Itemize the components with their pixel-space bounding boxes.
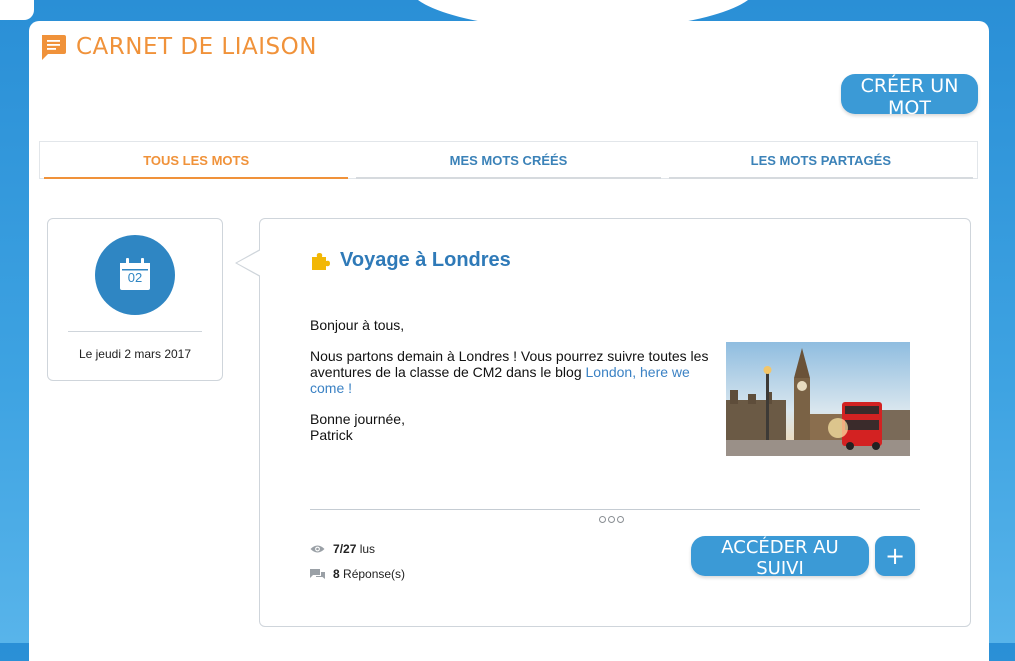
response-count: 8 Réponse(s) [310,567,405,581]
date-badge: 02 [95,235,175,315]
message-body: Bonjour à tous, Nous partons demain à Lo… [310,317,715,443]
read-count-total: /27 [339,542,357,556]
message-title: Voyage à Londres [310,249,511,272]
read-count: 7/27 lus [310,542,375,556]
divider [68,331,202,332]
date-card: 02 Le jeudi 2 mars 2017 [47,218,223,381]
message-date: Le jeudi 2 mars 2017 [78,347,192,361]
eye-icon [310,545,325,553]
create-message-button[interactable]: CRÉER UN MOT [841,74,978,119]
read-count-label: lus [356,542,376,556]
tab-my-messages[interactable]: MES MOTS CRÉÉS [352,142,664,179]
message-greeting: Bonjour à tous, [310,317,405,333]
response-count-label: Réponse(s) [339,567,406,581]
puzzle-icon [312,252,330,270]
top-left-tab [0,0,34,20]
message-paragraph: Nous partons demain à Londres ! Vous pou… [310,348,715,396]
add-button[interactable]: + [875,536,915,576]
chat-bubble-icon [42,35,66,60]
calendar-icon: 02 [117,257,153,293]
app-header: CARNET DE LIAISON [39,33,317,61]
main-panel: CARNET DE LIAISON CRÉER UN MOT TOUS LES … [29,21,989,661]
london-photo [726,342,910,456]
message-signature: Patrick [310,427,353,443]
more-options-icon[interactable] [599,516,624,523]
message-closing: Bonne journée, [310,411,405,427]
message-tabs: TOUS LES MOTS MES MOTS CRÉÉS LES MOTS PA… [39,141,978,179]
read-count-value: 7 [333,542,340,556]
calendar-day-number: 02 [127,270,143,285]
message-card: Voyage à Londres Bonjour à tous, Nous pa… [235,218,971,627]
response-count-value: 8 [333,567,340,581]
tab-shared-messages[interactable]: LES MOTS PARTAGÉS [665,142,977,179]
page-title: CARNET DE LIAISON [76,34,317,60]
tab-all-messages[interactable]: TOUS LES MOTS [40,142,352,179]
comments-icon [310,569,325,579]
message-title-text: Voyage à Londres [340,249,511,271]
follow-up-button[interactable]: ACCÉDER AU SUIVI [691,536,869,579]
footer-divider [310,509,920,510]
